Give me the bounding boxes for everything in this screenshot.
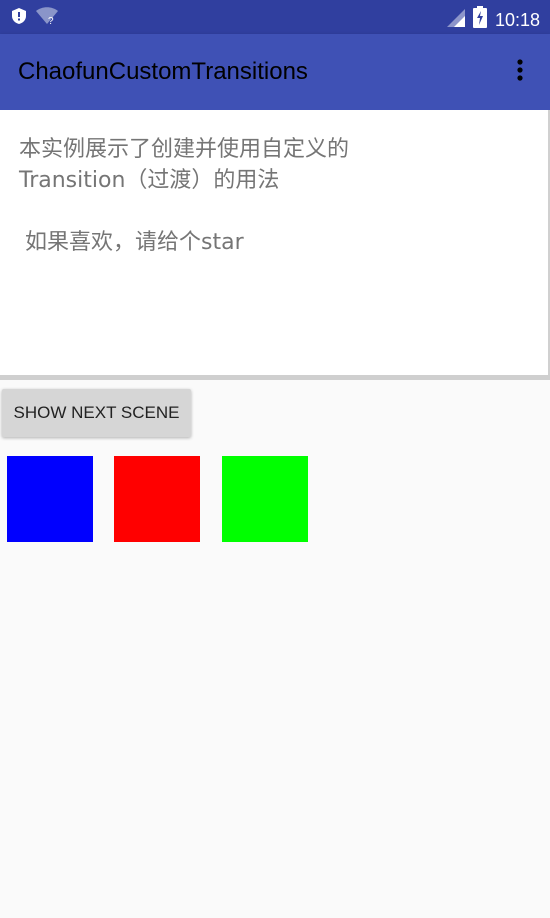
svg-text:?: ? xyxy=(48,16,54,25)
blue-square xyxy=(7,456,93,542)
app-screen: ? 10:18 ChaofunCustomTransitions 本实例展示了创… xyxy=(0,0,550,918)
intro-line-1: 本实例展示了创建并使用自定义的 xyxy=(19,137,350,162)
show-next-scene-button[interactable]: SHOW NEXT SCENE xyxy=(2,389,191,437)
cell-signal-icon xyxy=(445,7,465,32)
status-time: 10:18 xyxy=(494,9,540,30)
intro-panel: 本实例展示了创建并使用自定义的 Transition（过渡）的用法 如果喜欢，请… xyxy=(0,110,550,375)
more-vert-icon xyxy=(517,58,523,86)
green-square xyxy=(222,456,308,542)
status-right-icons: 10:18 xyxy=(445,6,540,33)
red-square xyxy=(114,456,200,542)
panel-divider xyxy=(0,375,550,380)
battery-charging-icon xyxy=(472,6,487,33)
intro-line-2: Transition（过渡）的用法 xyxy=(19,168,280,193)
more-options-button[interactable] xyxy=(508,58,532,86)
app-title: ChaofunCustomTransitions xyxy=(18,58,308,85)
shield-icon xyxy=(12,8,26,29)
status-left-icons: ? xyxy=(12,7,58,30)
intro-line-star: 如果喜欢，请给个star xyxy=(25,230,244,255)
wifi-unknown-icon: ? xyxy=(36,7,58,30)
app-bar: ChaofunCustomTransitions xyxy=(0,34,550,110)
status-bar: ? 10:18 xyxy=(0,0,550,34)
